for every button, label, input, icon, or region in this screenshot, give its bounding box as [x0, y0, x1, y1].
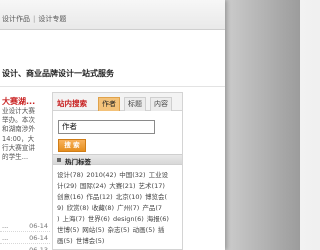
tag-link[interactable]: 海报(6) [147, 215, 169, 223]
article-text-line: 业设计大赛 [2, 107, 35, 115]
nav-design-topics-link[interactable]: 设计专题 [38, 15, 66, 23]
bullet-icon [57, 158, 61, 162]
tag-link[interactable]: 大赛(21) [109, 182, 135, 190]
tag-link[interactable]: 插 [158, 226, 165, 234]
hot-tags-header: 热门标签 [53, 154, 182, 166]
tag-link[interactable]: 欣赏(8) [67, 204, 89, 212]
news-date: 06-14 [29, 234, 48, 242]
hot-tags-title: 热门标签 [65, 158, 91, 166]
news-item[interactable]: ... 06-14 [0, 232, 50, 244]
tag-link[interactable]: 工业设 [149, 171, 169, 179]
tag-row: 计(29) 国际(24) 大赛(21) 艺术(17) [57, 180, 181, 191]
tab-title[interactable]: 标题 [124, 97, 146, 111]
nav-design-works-link[interactable]: 设计作品 [2, 15, 30, 23]
tag-link[interactable]: 广州(7) [117, 204, 139, 212]
news-list: ... 06-14 ... 06-14 ... 06-13 [0, 220, 50, 250]
tag-link[interactable]: 创意(16) [57, 193, 83, 201]
top-nav: 设计作品 | 设计专题 [2, 14, 66, 24]
tag-link[interactable]: 北京(10) [116, 193, 142, 201]
news-item[interactable]: ... 06-13 [0, 244, 50, 250]
tag-link[interactable]: 网站(5) [82, 226, 104, 234]
tag-link[interactable]: 作品(12) [86, 193, 112, 201]
news-item[interactable]: ... 06-14 [0, 220, 50, 232]
article-text-line: 行大赛宣讲 [2, 143, 35, 152]
tag-link[interactable]: 动画(5) [133, 226, 155, 234]
search-button[interactable]: 搜 索 [58, 139, 86, 152]
tag-row: ) 上海(7) 世界(6) design(6) 海报(6) [57, 213, 181, 224]
search-input[interactable]: 作者 [58, 120, 155, 134]
tag-row: 9) 欣赏(8) 收藏(8) 广州(7) 产品(7 [57, 202, 181, 213]
article-text-line: 和湖南涉外 [2, 125, 35, 134]
header-bar: 设计作品 | 设计专题 [0, 0, 225, 30]
site-slogan: 设计、商业品牌设计一站式服务 [2, 69, 114, 78]
tag-link[interactable]: 计(29) [57, 182, 77, 190]
tag-link[interactable]: 世界(6) [88, 215, 110, 223]
page-content: 设计作品 | 设计专题 设计、商业品牌设计一站式服务 大赛湖... 业设计大赛 举办… [0, 0, 225, 250]
tag-link[interactable]: 中国(32) [119, 171, 145, 179]
news-title[interactable]: ... [2, 232, 8, 244]
article-text-line: 14:00，大 [2, 134, 35, 143]
tag-link[interactable]: 2010(42) [86, 171, 116, 179]
search-tabs: 站内搜索 作者 标题 内容 [53, 93, 182, 111]
news-title[interactable]: ... [2, 220, 8, 232]
tag-row: 创意(16) 作品(12) 北京(10) 博览会( [57, 191, 181, 202]
tag-row: 世博(5) 网站(5) 杂志(5) 动画(5) 插 [57, 224, 181, 235]
divider [0, 86, 225, 87]
tag-link[interactable]: 设计(78) [57, 171, 83, 179]
search-panel: 站内搜索 作者 标题 内容 作者 搜 索 热门标签 设计(78) 2010(42)… [52, 92, 183, 250]
tag-link[interactable]: 世博会(5) [76, 237, 105, 245]
tag-link[interactable]: 博览会( [145, 193, 167, 201]
tag-link[interactable]: 国际(24) [80, 182, 106, 190]
tab-author[interactable]: 作者 [98, 97, 120, 111]
search-panel-title: 站内搜索 [57, 99, 87, 108]
tag-row: 设计(78) 2010(42) 中国(32) 工业设 [57, 169, 181, 180]
tag-link[interactable]: 世博(5) [57, 226, 79, 234]
tag-link[interactable]: design(6) [113, 215, 144, 223]
tab-content[interactable]: 内容 [150, 97, 172, 111]
tag-link[interactable]: 9) [57, 204, 64, 212]
tag-row: 画(5) 世博会(5) [57, 235, 181, 246]
news-date: 06-13 [29, 246, 48, 250]
tag-link[interactable]: ) [57, 215, 60, 223]
tag-link[interactable]: 产品(7 [142, 204, 162, 212]
news-title[interactable]: ... [2, 244, 8, 250]
tag-link[interactable]: 上海(7) [63, 215, 85, 223]
nav-separator: | [33, 15, 36, 23]
featured-article: 大赛湖... 业设计大赛 举办。本次 和湖南涉外 14:00，大 行大赛宣讲 的… [0, 96, 50, 196]
tag-link[interactable]: 杂志(5) [107, 226, 129, 234]
tag-link[interactable]: 画(5) [57, 237, 73, 245]
tag-link[interactable]: 收藏(8) [92, 204, 114, 212]
article-title-link[interactable]: 大赛湖... [0, 96, 50, 107]
article-text-line: 的学生... [2, 153, 29, 162]
tag-link[interactable]: 艺术(17) [139, 182, 165, 190]
news-date: 06-14 [29, 222, 48, 230]
